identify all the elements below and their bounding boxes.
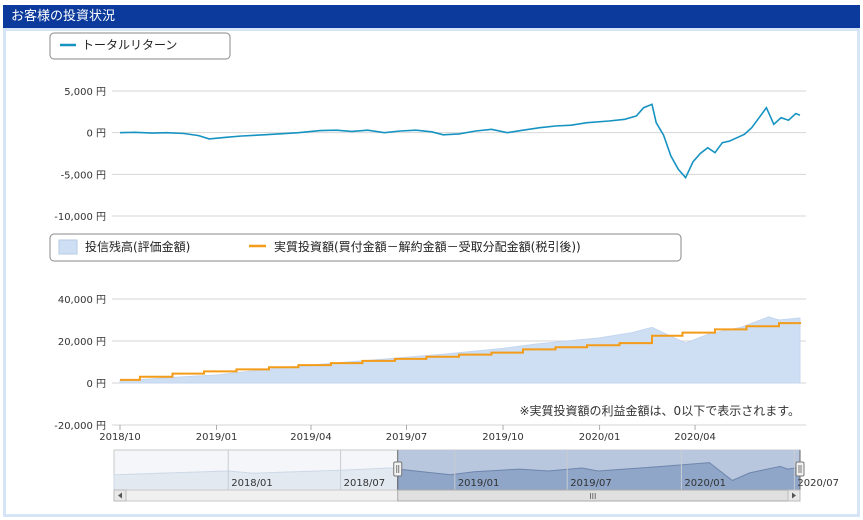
return-y-tick-label: -5,000 円 [61, 170, 106, 181]
charts-svg: トータルリターン 5,000 円 0 円 -5,000 円 -10,000 円 投信残… [49, 32, 839, 502]
navigator-x-tick-label: 2019/01 [458, 478, 500, 489]
scroll-left-button[interactable] [113, 489, 127, 502]
balance-x-tick-label: 2019/10 [482, 432, 524, 443]
range-navigator[interactable]: 2018/01 2018/07 2019/01 2019/07 2020/01 2020/… [113, 449, 839, 502]
investment-status-widget: お客様の投資状況 トータルリターン 5,000 円0 円 -5,000 円 -10,… [0, 0, 863, 520]
balance-x-axis: 2018/10 2019/01 2019/04 2019/07 2019/10 2020/… [99, 425, 716, 443]
balance-x-tick-label: 2019/01 [196, 432, 238, 443]
return-y-tick-label: -10,000 円 [54, 212, 106, 223]
legend-return-label: トータルリターン [82, 38, 177, 52]
legend-balance-swatch [58, 239, 78, 255]
balance-y-axis: 40,000 円 20,000 円 0 円 -20,000 円 [54, 295, 106, 432]
balance-x-tick-label: 2019/07 [386, 432, 428, 443]
navigator-right-handle[interactable] [795, 461, 805, 477]
balance-x-tick-label: 2020/01 [579, 432, 621, 443]
return-y-tick-label: 5,000 円 [64, 87, 106, 98]
legend-invested-label: 実質投資額(買付金額－解約金額－受取分配金額(税引後)) [274, 239, 581, 254]
return-gridlines [112, 90, 806, 217]
balance-y-tick-label: -20,000 円 [54, 421, 106, 432]
balance-y-tick-label: 20,000 円 [58, 337, 106, 348]
navigator-left-handle[interactable] [393, 461, 403, 477]
scrollbar-grip-icon: III [589, 492, 596, 501]
navigator-x-tick-label: 2018/01 [231, 478, 273, 489]
navigator-x-tick-label: 2020/07 [797, 478, 839, 489]
legend-balance-label: 投信残高(評価金額) [85, 239, 190, 254]
scroll-right-button[interactable] [787, 489, 801, 502]
total-return-line [119, 103, 801, 180]
navigator-x-tick-label: 2020/01 [684, 478, 726, 489]
balance-x-tick-label: 2020/04 [674, 432, 716, 443]
legend-balance-invested: 投信残高(評価金額) 実質投資額(買付金額－解約金額－受取分配金額(税引後)) [49, 233, 682, 262]
navigator-x-tick-label: 2018/07 [344, 478, 386, 489]
navigator-x-tick-label: 2019/07 [570, 478, 612, 489]
legend-return: トータルリターン [49, 32, 231, 60]
balance-x-tick-label: 2018/10 [99, 432, 141, 443]
balance-x-tick-label: 2019/04 [290, 432, 332, 443]
balance-y-tick-label: 40,000 円 [58, 295, 106, 306]
return-y-tick-label: 0 円 [86, 129, 106, 140]
return-y-axis: 5,000 円 0 円 -5,000 円 -10,000 円 [54, 87, 106, 223]
balance-y-tick-label: 0 円 [86, 379, 106, 390]
note-text: ※実質投資額の利益金額は、0以下で表示されます。 [520, 403, 801, 418]
balance-area [119, 316, 801, 384]
